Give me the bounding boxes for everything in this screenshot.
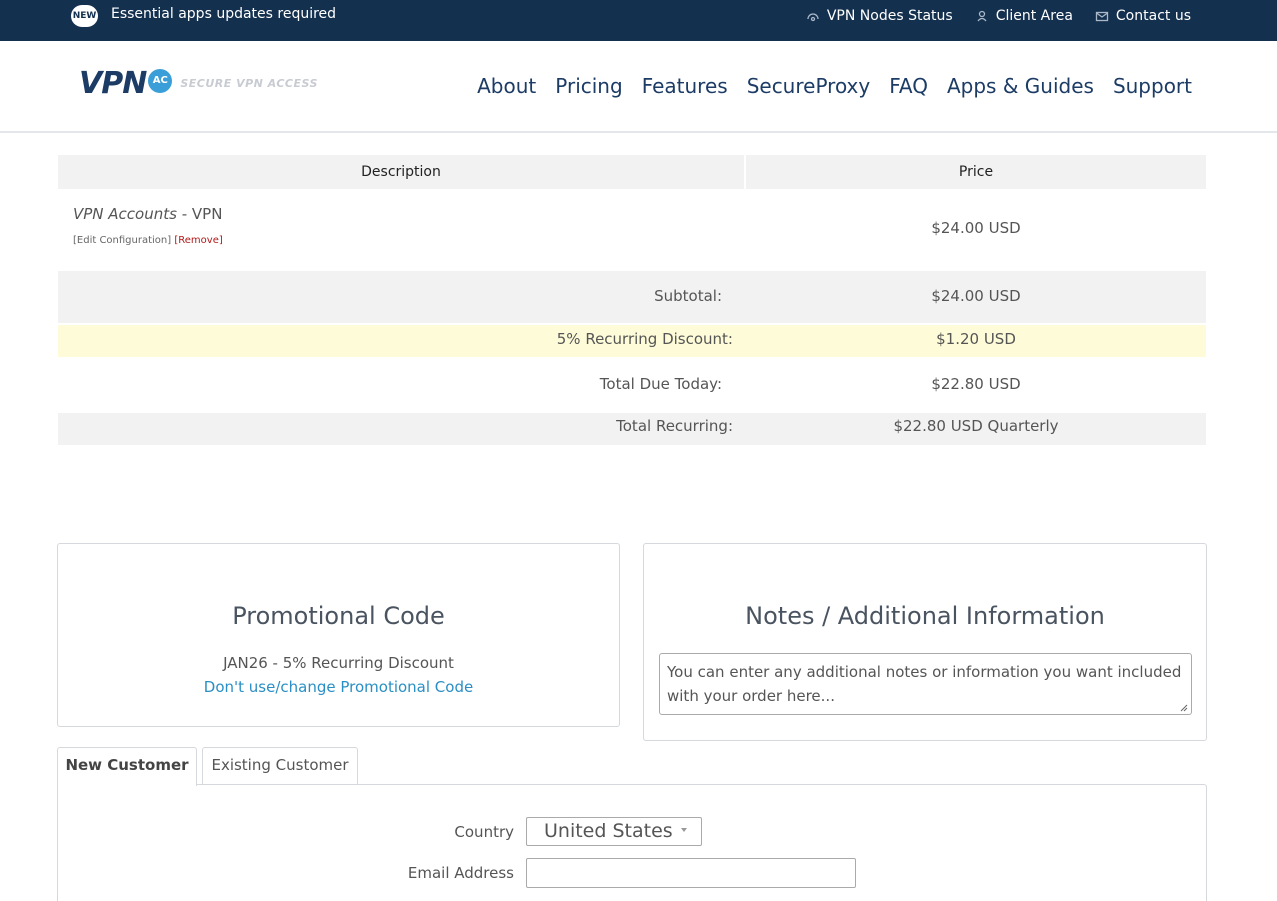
new-customer-form: Country United States Email Address (57, 784, 1207, 901)
site-logo[interactable]: VPN AC SECURE VPN ACCESS (79, 66, 318, 101)
site-header: VPN AC SECURE VPN ACCESS About Pricing F… (0, 41, 1277, 133)
contact-us-link[interactable]: Contact us (1095, 8, 1191, 24)
logo-text: VPN (79, 66, 147, 101)
country-label: Country (454, 823, 514, 841)
item-name: VPN Accounts - VPN (73, 205, 222, 223)
country-select[interactable]: United States (526, 817, 702, 846)
notes-title: Notes / Additional Information (745, 602, 1105, 630)
order-item-row: VPN Accounts - VPN [Edit Configuration] … (58, 189, 1206, 271)
item-actions: [Edit Configuration] [Remove] (73, 235, 223, 246)
vpn-nodes-status-label: VPN Nodes Status (826, 8, 953, 24)
chevron-down-icon (681, 828, 687, 832)
country-selected-value: United States (544, 820, 673, 842)
total-due-label: Total Due Today: (599, 375, 722, 393)
promo-code-panel: Promotional Code JAN26 - 5% Recurring Di… (57, 543, 620, 727)
change-promo-code-link[interactable]: Don't use/change Promotional Code (58, 678, 619, 696)
tab-existing-customer[interactable]: Existing Customer (202, 747, 358, 785)
nav-faq[interactable]: FAQ (889, 74, 928, 98)
description-column-header: Description (58, 155, 746, 189)
remove-item-link[interactable]: [Remove] (174, 235, 222, 246)
main-nav: About Pricing Features SecureProxy FAQ A… (477, 74, 1192, 98)
nav-apps-guides[interactable]: Apps & Guides (947, 74, 1094, 98)
subtotal-value: $24.00 USD (931, 287, 1021, 305)
top-links: VPN Nodes Status Client Area Contact us (806, 8, 1191, 24)
discount-row: 5% Recurring Discount: $1.20 USD (58, 325, 1206, 357)
client-area-label: Client Area (995, 8, 1073, 24)
order-summary-table: Description Price VPN Accounts - VPN [Ed… (58, 155, 1206, 445)
logo-badge: AC (148, 68, 173, 93)
nav-pricing[interactable]: Pricing (555, 74, 622, 98)
announcement-link[interactable]: Essential apps updates required (111, 6, 336, 22)
vpn-nodes-status-link[interactable]: VPN Nodes Status (806, 8, 953, 24)
nav-secureproxy[interactable]: SecureProxy (747, 74, 871, 98)
logo-tagline: SECURE VPN ACCESS (180, 77, 318, 90)
edit-configuration-link[interactable]: [Edit Configuration] (73, 235, 171, 246)
client-area-link[interactable]: Client Area (975, 8, 1073, 24)
email-field[interactable] (526, 858, 856, 888)
product-name: - VPN (176, 205, 223, 223)
price-column-header: Price (958, 164, 994, 180)
item-price: $24.00 USD (931, 219, 1021, 237)
total-recurring-row: Total Recurring: $22.80 USD Quarterly (58, 413, 1206, 445)
email-label: Email Address (407, 864, 514, 882)
order-table-header: Description Price (58, 155, 1206, 189)
total-recurring-label: Total Recurring: (616, 417, 733, 435)
applied-promo-code: JAN26 - 5% Recurring Discount (223, 654, 454, 672)
resize-grip-icon[interactable] (1180, 704, 1188, 712)
promo-code-title: Promotional Code (232, 602, 445, 630)
notes-panel: Notes / Additional Information You can e… (643, 543, 1207, 741)
user-icon (977, 10, 987, 22)
envelope-icon (1095, 11, 1109, 22)
network-icon (807, 13, 819, 22)
total-due-value: $22.80 USD (931, 375, 1021, 393)
nav-features[interactable]: Features (642, 74, 728, 98)
subtotal-row: Subtotal: $24.00 USD (58, 271, 1206, 323)
subtotal-label: Subtotal: (654, 287, 722, 305)
total-due-row: Total Due Today: $22.80 USD (58, 357, 1206, 413)
product-group: VPN Accounts (73, 205, 177, 223)
top-announcement-bar: NEW Essential apps updates required VPN … (0, 0, 1277, 41)
tab-new-customer[interactable]: New Customer (57, 747, 197, 786)
discount-value: $1.20 USD (936, 330, 1016, 348)
contact-us-label: Contact us (1115, 8, 1191, 24)
nav-support[interactable]: Support (1113, 74, 1192, 98)
discount-label: 5% Recurring Discount: (556, 330, 733, 348)
total-recurring-value: $22.80 USD Quarterly (893, 417, 1059, 435)
notes-textarea[interactable]: You can enter any additional notes or in… (659, 653, 1192, 715)
new-badge: NEW (71, 5, 98, 27)
nav-about[interactable]: About (477, 74, 536, 98)
